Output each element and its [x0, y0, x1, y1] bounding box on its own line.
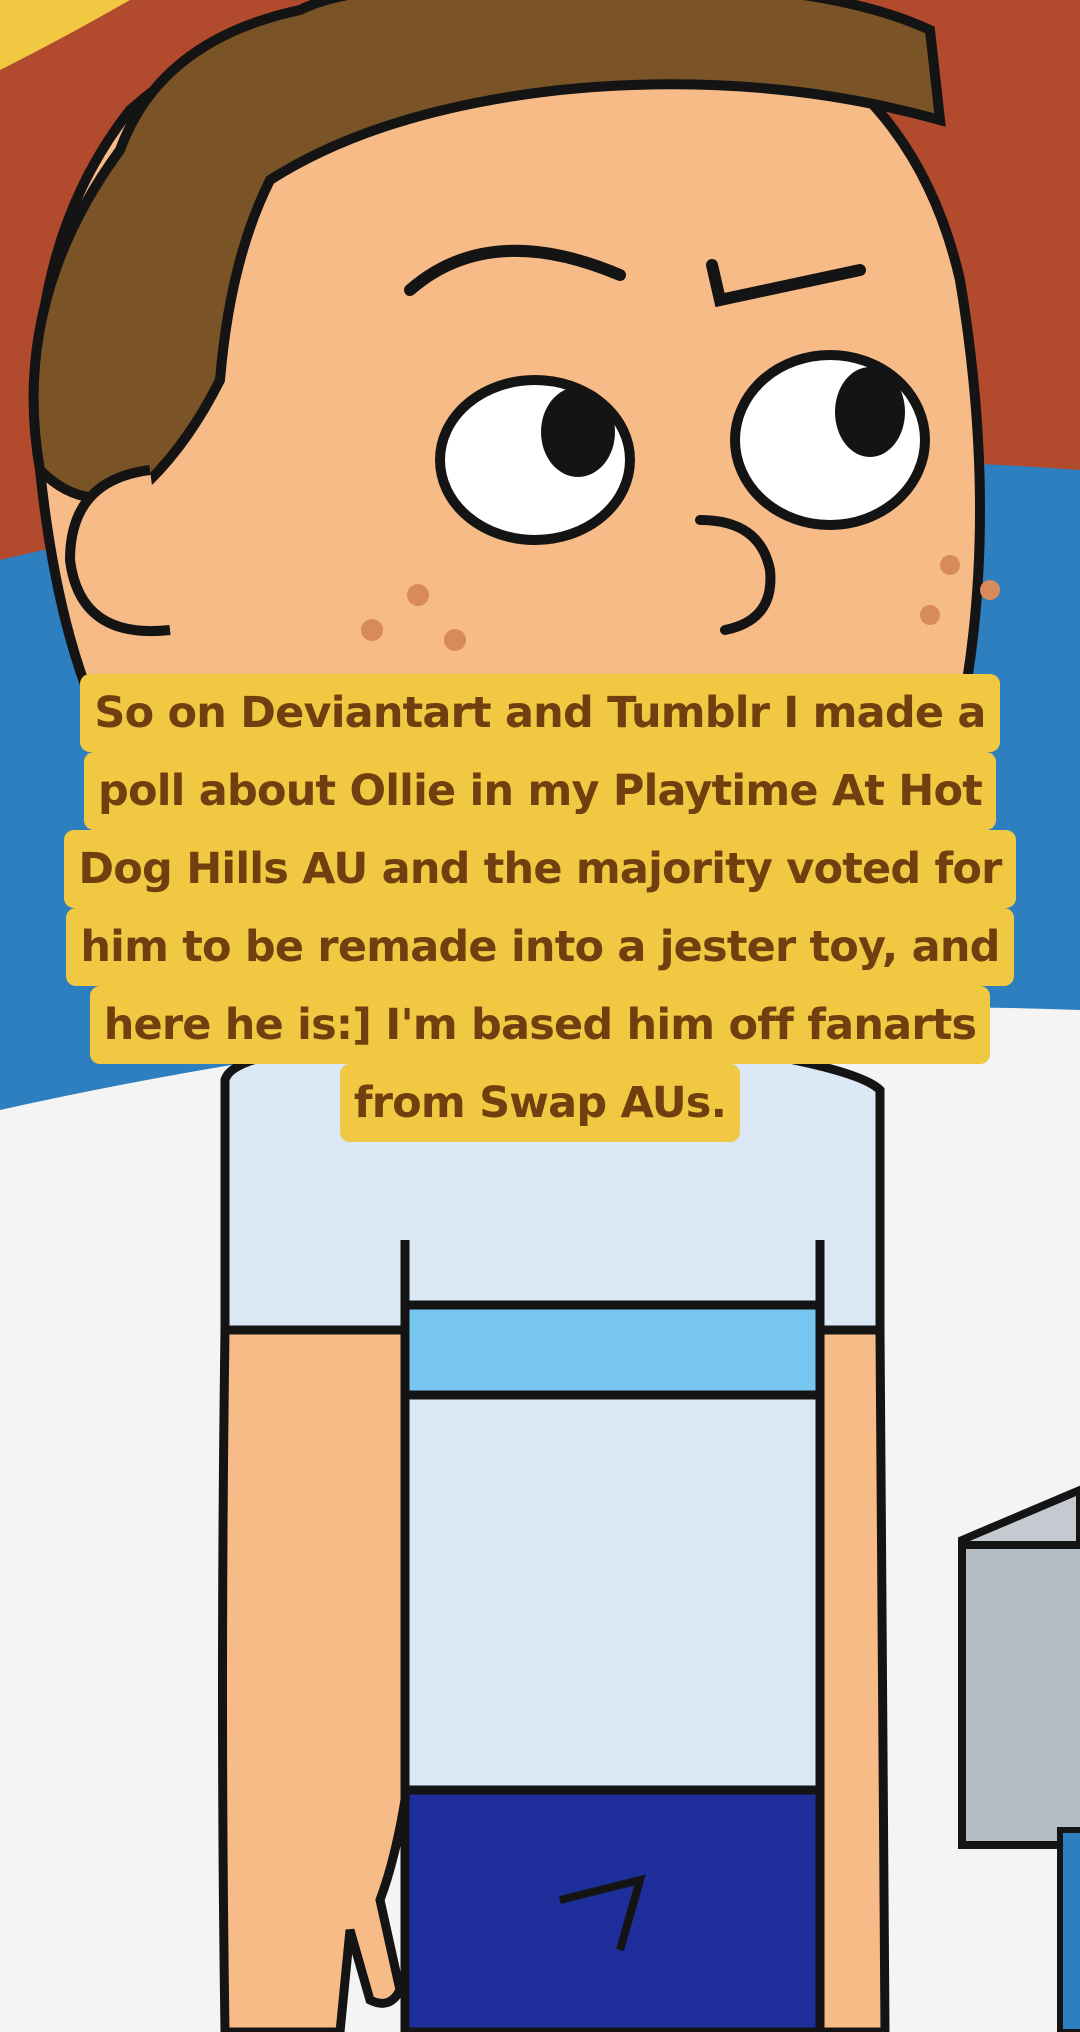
caption-line: him to be remade into a jester toy, and — [66, 908, 1014, 986]
character-right-arm — [815, 1325, 890, 2032]
caption-line: Dog Hills AU and the majority voted for — [64, 830, 1016, 908]
video-frame: So on Deviantart and Tumblr I made a pol… — [0, 0, 1080, 2032]
caption-line: here he is:] I'm based him off fanarts — [89, 986, 991, 1064]
caption-line: from Swap AUs. — [339, 1064, 741, 1142]
caption-line: So on Deviantart and Tumblr I made a — [80, 674, 1000, 752]
caption-line: poll about Ollie in my Playtime At Hot — [84, 752, 996, 830]
caption-overlay: So on Deviantart and Tumblr I made a pol… — [40, 674, 1040, 1142]
character-left-arm — [218, 1325, 410, 2032]
character-pants — [400, 1785, 825, 2032]
